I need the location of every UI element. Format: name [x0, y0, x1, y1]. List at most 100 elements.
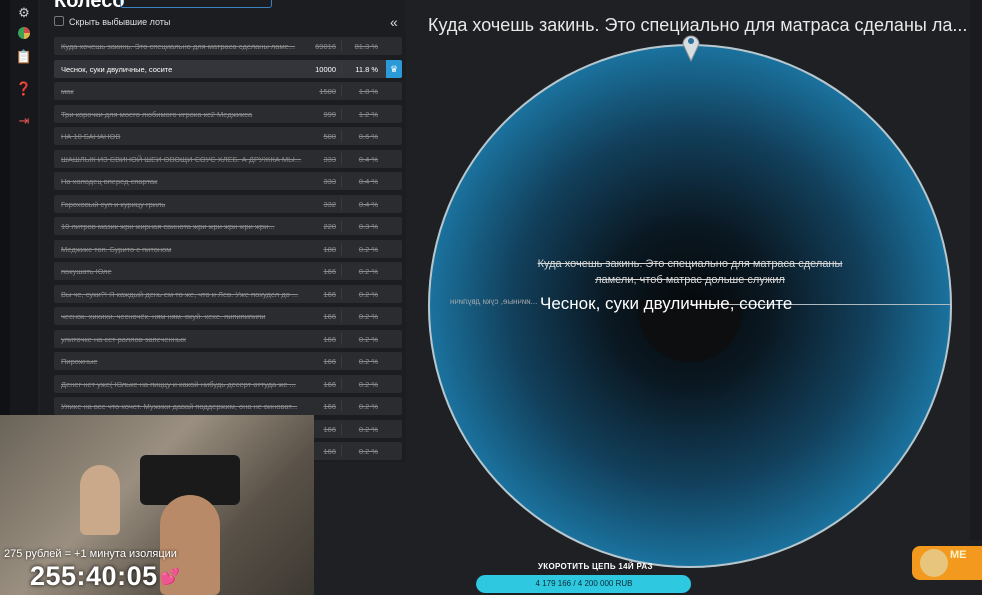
divider: [341, 152, 342, 165]
lot-percent: 0.6 %: [358, 132, 378, 141]
lot-percent: 0.2 %: [358, 447, 378, 456]
lot-row[interactable]: Куда хочешь закинь. Это специально для м…: [54, 37, 402, 55]
lot-row[interactable]: 10 литров мазик жри жирная свинота жри ж…: [54, 217, 402, 235]
lot-amount: 166: [323, 379, 336, 389]
lot-name: Гороховый суп и курицу гриль: [61, 199, 166, 209]
lot-row[interactable]: Меджикс топ. Бурито с питоном 188 0.2 %: [54, 239, 402, 258]
lot-amount: 333: [323, 177, 336, 186]
lot-percent: 0.2 %: [358, 379, 378, 389]
checkbox[interactable]: [54, 16, 64, 26]
lot-amount: 10000: [315, 64, 336, 74]
lot-row[interactable]: покушать Юле 166 0.2 %: [54, 262, 402, 280]
lot-name: НА 10 БАНАНОВ: [61, 132, 121, 141]
lot-percent: 0.2 %: [358, 357, 378, 366]
page-title: Колесо: [54, 0, 125, 12]
doge-icon: [920, 549, 948, 577]
lot-amount: 166: [323, 267, 336, 276]
lot-amount: 220: [323, 222, 336, 231]
divider: [341, 62, 342, 75]
doge-badge: МЕ: [912, 546, 982, 580]
lot-amount: 166: [323, 312, 336, 321]
lot-row[interactable]: Вы че, суки?! Я каждый день ем то же, чт…: [54, 284, 402, 303]
lot-name: На холодец вперед спартак: [61, 177, 158, 186]
divider: [341, 175, 342, 187]
hide-eliminated-toggle[interactable]: Скрыть выбывшие лоты: [54, 16, 170, 27]
wheel-icon[interactable]: [15, 26, 33, 44]
lot-percent: 1.8 %: [358, 87, 378, 96]
lot-percent: 0.4 %: [358, 154, 378, 164]
divider: [341, 197, 342, 210]
divider: [341, 400, 342, 412]
divider: [341, 287, 342, 300]
lot-name: улиточке на сет роллов запеченных: [61, 334, 186, 344]
webcam-overlay: 275 рублей = +1 минута изоляции 255:40:0…: [0, 415, 314, 595]
eliminated-sector-text: Куда хочешь закинь. Это специально для м…: [537, 258, 843, 286]
lot-name: покушать Юле: [61, 267, 112, 276]
lot-name: Пирожные: [61, 357, 98, 366]
divider: [341, 265, 342, 277]
lot-name: ШАШЛЫК ИЗ СВИНОЙ ШЕИ ОВОЩИ СОУС ХЛЕБ. А …: [61, 154, 302, 164]
lot-amount: 69016: [315, 42, 336, 51]
lot-row[interactable]: улиточке на сет роллов запеченных 166 0.2 …: [54, 329, 402, 348]
lot-amount: 999: [323, 109, 336, 119]
clipboard-icon[interactable]: 📋: [15, 48, 33, 66]
lot-amount: 188: [323, 244, 336, 254]
logout-icon[interactable]: ⇥: [15, 112, 33, 130]
help-icon[interactable]: ❓: [15, 80, 33, 98]
lot-row[interactable]: Пирожные 166 0.2 %: [54, 352, 402, 370]
divider: [341, 422, 342, 435]
lot-row[interactable]: мак 1500 1.8 %: [54, 82, 402, 100]
lot-percent: 11.8 %: [355, 64, 378, 74]
wheel-pointer-icon: [682, 35, 700, 62]
lot-name: Чеснок, суки двуличные, сосите: [61, 64, 173, 74]
lot-row[interactable]: Гороховый суп и курицу гриль 332 0.4 %: [54, 194, 402, 213]
lot-row[interactable]: чеснок. хихихи. чесночёк. ням ням. вкуй.…: [54, 307, 402, 325]
lot-name: Куда хочешь закинь. Это специально для м…: [61, 42, 296, 51]
divider: [341, 310, 342, 322]
divider: [341, 355, 342, 367]
lot-name: Меджикс топ. Бурито с питоном: [61, 244, 172, 254]
lot-amount: 333: [323, 154, 336, 164]
right-strip: [970, 0, 982, 540]
lot-amount: 1500: [319, 87, 336, 96]
lot-row[interactable]: ШАШЛЫК ИЗ СВИНОЙ ШЕИ ОВОЩИ СОУС ХЛЕБ. А …: [54, 149, 402, 168]
lot-amount: 166: [323, 334, 336, 344]
icon-bar: ⚙ 📋 ❓ ⇥: [10, 0, 38, 420]
lot-list: Куда хочешь закинь. Это специально для м…: [54, 37, 402, 465]
lot-amount: 166: [323, 424, 336, 434]
isolation-rate-text: 275 рублей = +1 минута изоляции: [4, 548, 177, 560]
lot-percent: 0.3 %: [358, 222, 378, 231]
lot-name: Вы че, суки?! Я каждый день ем то же, чт…: [61, 289, 299, 299]
goal-progress-text: 4 179 166 / 4 200 000 RUB: [535, 579, 633, 588]
lot-percent: 0.4 %: [358, 177, 378, 186]
lot-row[interactable]: НА 10 БАНАНОВ 500 0.6 %: [54, 127, 402, 145]
divider: [341, 445, 342, 457]
winner-label: Чеснок, суки двуличные, сосите: [540, 294, 793, 313]
goal-title: УКОРОТИТЬ ЦЕПЬ 14Й РАЗ: [538, 562, 653, 571]
lot-percent: 81.3 %: [354, 42, 378, 51]
panel-header-button[interactable]: [120, 0, 272, 8]
heart-icon: 💕: [160, 569, 180, 586]
divider: [341, 40, 342, 52]
hide-eliminated-label: Скрыть выбывшие лоты: [69, 17, 171, 27]
lot-row[interactable]: Улике на все что хочет. Мужики давай под…: [54, 397, 402, 415]
lot-row[interactable]: Три корочки для моего любимого игрока кс…: [54, 104, 402, 123]
highlight-icon[interactable]: ♛: [386, 59, 402, 78]
lot-amount: 166: [323, 289, 336, 299]
lot-percent: 0.2 %: [358, 312, 378, 321]
lot-name: Улике на все что хочет. Мужики давай под…: [61, 402, 298, 411]
lot-row[interactable]: Денег нет уже( Юльке на пиццу и какой-ни…: [54, 374, 402, 393]
lot-percent: 0.2 %: [358, 244, 378, 254]
lot-row[interactable]: Чеснок, суки двуличные, сосите 10000 11.8 …: [54, 59, 402, 78]
lot-name: Денег нет уже( Юльке на пиццу и какой-ни…: [61, 379, 296, 389]
doge-badge-text: МЕ: [950, 549, 967, 561]
divider: [341, 220, 342, 232]
collapse-button[interactable]: «: [390, 14, 398, 30]
gear-icon[interactable]: ⚙: [15, 4, 33, 22]
lot-percent: 0.2 %: [358, 402, 378, 411]
lot-amount: 332: [323, 199, 336, 209]
lot-name: Три корочки для моего любимого игрока кс…: [61, 109, 253, 119]
lot-row[interactable]: На холодец вперед спартак 333 0.4 %: [54, 172, 402, 190]
lot-name: чеснок. хихихи. чесночёк. ням ням. вкуй.…: [61, 312, 266, 321]
lot-percent: 1.2 %: [358, 109, 378, 119]
